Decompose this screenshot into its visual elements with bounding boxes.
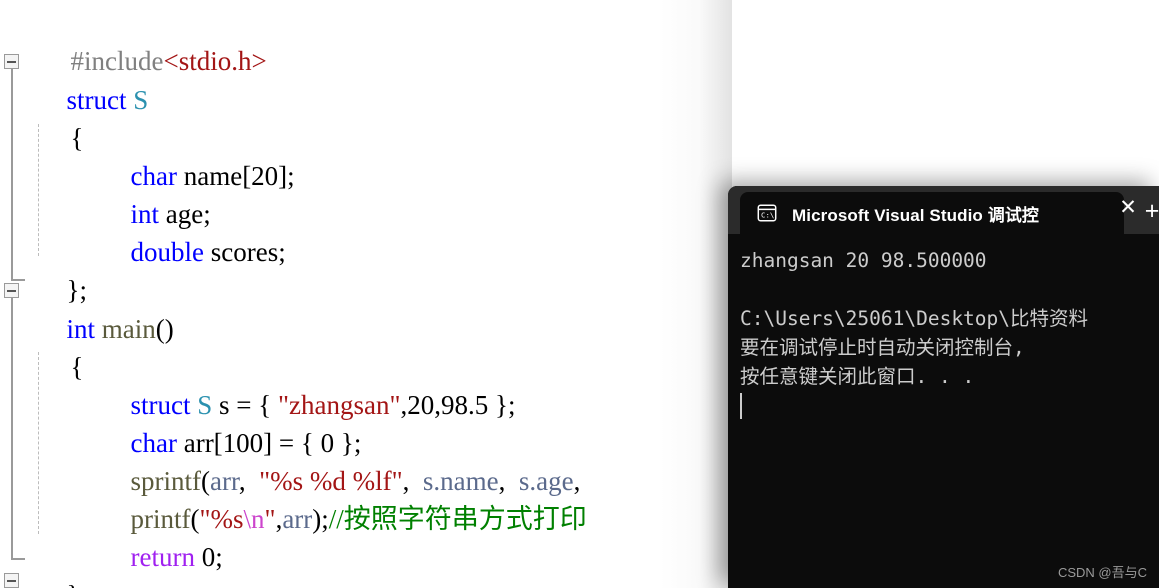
console-output-line: zhangsan 20 98.500000 <box>740 249 987 272</box>
token-header-name: <stdio.h> <box>163 46 267 76</box>
token-return-value: 0; <box>194 542 223 572</box>
token-init-end: ,20,98.5 }; <box>400 390 516 420</box>
watermark: CSDN @吾与C <box>1057 565 1147 580</box>
console-window[interactable]: C:\ Microsoft Visual Studio 调试控 ✕ + zhan… <box>728 186 1159 588</box>
code-line-16: //int sprintf(...) <box>0 576 27 588</box>
new-tab-icon[interactable]: + <box>1133 194 1159 228</box>
code-line-5: int age; <box>0 157 211 229</box>
code-line-6: double scores; <box>0 195 286 267</box>
console-tab-title: Microsoft Visual Studio 调试控 <box>792 205 1040 225</box>
code-line-12: sprintf(arr, "%s %d %lf", s.name, s.age, <box>0 424 581 496</box>
token-type-S: S <box>133 85 149 115</box>
code-line-3: { <box>0 81 84 153</box>
token-printf-format-2: " <box>264 504 276 534</box>
svg-text:C:\: C:\ <box>761 211 774 220</box>
console-output-line: 按任意键关闭此窗口. . . <box>740 365 975 388</box>
code-line-13: printf("%s\n",arr);//按照字符串方式打印 <box>0 462 587 534</box>
console-titlebar[interactable]: C:\ Microsoft Visual Studio 调试控 ✕ + <box>728 186 1159 234</box>
token-printf-arg-arr: arr <box>282 504 313 534</box>
console-cursor <box>740 393 742 419</box>
code-line-11: char arr[100] = { 0 }; <box>0 386 362 458</box>
console-cmd-icon: C:\ <box>757 204 777 222</box>
code-line-9: { <box>0 310 84 382</box>
token-open-brace: { <box>70 123 84 153</box>
token-keyword-return: return <box>130 542 195 572</box>
token-comment-print: //按照字符串方式打印 <box>328 504 587 534</box>
console-output-area[interactable]: zhangsan 20 98.500000 C:\Users\25061\Des… <box>728 234 1159 588</box>
token-decl-scores: scores; <box>204 237 286 267</box>
code-line-10: struct S s = { "zhangsan",20,98.5 }; <box>0 348 516 420</box>
token-function-main: main <box>95 314 156 344</box>
token-keyword-double: double <box>130 237 205 267</box>
code-line-1: #include<stdio.h> <box>0 4 267 76</box>
code-line-4: char name[20]; <box>0 119 295 191</box>
console-output-line: C:\Users\25061\Desktop\比特资料 <box>740 307 1089 330</box>
console-tab[interactable]: C:\ Microsoft Visual Studio 调试控 <box>740 192 1124 234</box>
code-line-8: int main() <box>0 272 174 344</box>
token-open-brace-main: { <box>70 352 84 382</box>
code-line-15: } <box>0 538 80 588</box>
console-output-blank <box>740 275 1159 304</box>
console-output-line: 要在调试停止时自动关闭控制台, <box>740 336 1025 359</box>
editor-right-fade <box>660 0 732 588</box>
token-printf-close: ); <box>312 504 329 534</box>
code-line-7: }; <box>0 233 87 305</box>
code-line-14: return 0; <box>0 500 223 572</box>
token-parens-main: () <box>155 314 174 344</box>
token-escape-newline: \n <box>243 504 265 534</box>
code-line-2: struct S <box>0 43 149 115</box>
